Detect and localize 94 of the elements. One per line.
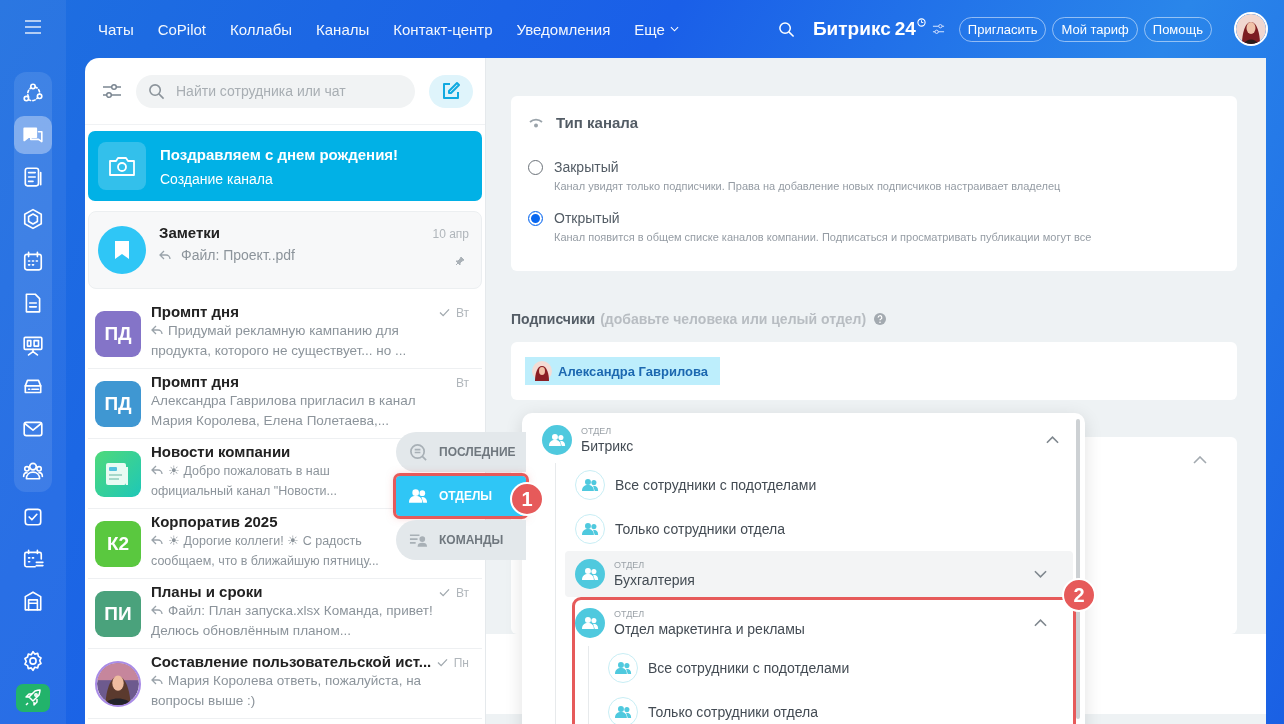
rocket-icon	[23, 688, 43, 708]
bookmark-icon	[98, 226, 146, 274]
chat-title: Составление пользовательской ист...	[151, 653, 432, 670]
menu-link[interactable]: Каналы	[316, 20, 370, 38]
department-icon	[575, 608, 605, 638]
option-label: Открытый	[554, 210, 621, 226]
department-icon	[542, 425, 572, 455]
option-description: Канал появится в общем списке каналов компании. Подписаться и просматривать публикации могут все	[554, 231, 1092, 243]
chat-item[interactable]: Заметки 10 апр Файл: Проект..pdf	[88, 211, 482, 289]
department-caption: ОТДЕЛ	[614, 609, 646, 619]
user-avatar[interactable]	[1234, 12, 1268, 46]
broadcast-icon	[528, 117, 544, 128]
filter-tab[interactable]: КОМАНДЫ	[396, 520, 526, 560]
menu-link[interactable]: CoPilot	[157, 20, 207, 38]
section-label: Подписчики	[511, 311, 596, 327]
chat-preview: ☀ Дорогие коллеги! ☀ С радость сообщаем, что в ближайшую пятницу...	[151, 534, 379, 568]
department-option[interactable]: Все сотрудники с подотделами	[575, 463, 1085, 507]
department-item[interactable]: ОТДЕЛ Бухгалтерия	[565, 551, 1073, 597]
chat-time: Вт	[455, 376, 469, 390]
chat-time: Пн	[453, 655, 469, 670]
camera-icon	[98, 142, 146, 190]
option-label: Закрытый	[554, 159, 620, 175]
newspaper-icon	[95, 451, 141, 497]
chat-preview: ☀ Добро пожаловать в наш официальный канал "Новости...	[151, 464, 338, 498]
compose-button[interactable]	[429, 74, 473, 108]
chat-title: Заметки	[159, 224, 221, 241]
chevron-down-icon[interactable]	[1034, 570, 1047, 578]
subscribers-field[interactable]: Александра Гаврилова	[511, 342, 1237, 400]
filter-icon[interactable]	[102, 83, 122, 99]
department-item[interactable]: ОТДЕЛ Битрикс	[542, 417, 1085, 463]
chat-item[interactable]: ПД Промпт дня Вт Придумай рекламную кампанию для продукта, которого не существует... но ...	[88, 299, 482, 368]
department-caption: ОТДЕЛ	[581, 426, 613, 436]
option-description: Канал увидят только подписчики. Права на добавление новых подписчиков настраивает владелец	[554, 180, 1061, 192]
search-icon[interactable]	[777, 20, 795, 38]
search-input[interactable]: Найти сотрудника или чат	[174, 82, 403, 100]
chevron-up-icon[interactable]	[1193, 456, 1207, 464]
clock-icon	[916, 18, 926, 27]
chat-avatar: ПД	[95, 381, 141, 427]
logo-number: 24	[894, 18, 916, 40]
search-icon	[148, 82, 165, 100]
people-icon	[409, 488, 428, 504]
menu-icon	[23, 17, 43, 37]
chat-time: 10 апр	[432, 227, 469, 241]
team-list-icon	[409, 532, 428, 548]
search-bar[interactable]: Найти сотрудника или чат	[136, 74, 415, 108]
department-option[interactable]: Все сотрудники с подотделами	[608, 646, 1073, 690]
menu-link[interactable]: Коллабы	[230, 20, 292, 38]
chevron-up-icon[interactable]	[1034, 619, 1047, 627]
chat-item[interactable]: К2 Корпоратив 2025 ☀ Дорогие коллеги! ☀ С радость сообщаем, что в ближайшую пятницу...	[88, 509, 394, 578]
chat-title: Корпоратив 2025	[151, 513, 278, 530]
logo: Битрикс	[812, 18, 891, 40]
subscriber-chip[interactable]: Александра Гаврилова	[525, 357, 720, 385]
radio-button[interactable]	[528, 211, 543, 226]
chevron-up-icon[interactable]	[1046, 436, 1059, 444]
card-title: Тип канала	[556, 114, 639, 131]
department-option[interactable]: Только сотрудники отдела	[575, 507, 1085, 551]
chat-item[interactable]: ПИ Планы и сроки Вт Файл: План запуска.xlsx Команда, привет! Делюсь обновлённым планом...	[88, 579, 482, 648]
caret-icon[interactable]	[669, 26, 679, 32]
department-icon	[575, 559, 605, 589]
chat-time: Вт	[455, 585, 469, 600]
search-list-icon	[409, 442, 428, 462]
rocket-button[interactable]	[16, 684, 50, 712]
chat-title: Промпт дня	[151, 303, 239, 320]
chat-time: Вт	[455, 305, 469, 320]
chat-item[interactable]: ПД Промпт дня Вт Александра Гаврилова пригласил в канал Мария Королева, Елена Полетаева,...	[88, 369, 482, 438]
chat-icon[interactable]	[14, 116, 52, 154]
department-name: Битрикс	[581, 438, 635, 454]
chat-title: Промпт дня	[151, 373, 239, 390]
menu-link[interactable]: Контакт-центр	[393, 20, 493, 38]
filter-tab[interactable]: ПОСЛЕДНИЕ	[396, 432, 526, 472]
chat-title: Новости компании	[151, 443, 291, 460]
more-menu[interactable]: Еще	[634, 20, 665, 38]
edit-icon	[441, 81, 461, 101]
department-name: Отдел маркетинга и рекламы	[614, 621, 806, 637]
help-icon[interactable]	[874, 313, 887, 325]
chat-avatar: К2	[95, 521, 141, 567]
chat-title: Поздравляем с днем рождения!	[160, 145, 399, 163]
department-option[interactable]: Только сотрудники отдела	[608, 690, 1073, 724]
chat-preview: Придумай рекламную кампанию для продукта, которого не существует... но ...	[151, 323, 407, 358]
chat-item[interactable]: Новости компании ☀ Добро пожаловать в наш официальный канал "Новости...	[88, 439, 394, 508]
chat-preview: Файл: Проект..pdf	[181, 247, 295, 263]
chat-item[interactable]: Составление пользовательской ист... Пн Мария Королева ответь, пожалуйста, на вопросы выше :)	[88, 649, 482, 718]
chat-preview: Файл: План запуска.xlsx Команда, привет! Делюсь обновлённым планом...	[151, 603, 433, 638]
chat-preview: Александра Гаврилова пригласил в канал Мария Королева, Елена Полетаева,...	[151, 393, 416, 428]
chat-title: Планы и сроки	[151, 583, 263, 600]
department-caption: ОТДЕЛ	[614, 560, 646, 570]
menu-link[interactable]: Уведомления	[516, 20, 611, 38]
chat-avatar: ПД	[95, 311, 141, 357]
sliders-icon[interactable]	[931, 23, 945, 35]
chat-avatar: ПИ	[95, 591, 141, 637]
chat-preview: Создание канала	[160, 170, 274, 187]
chat-preview: Мария Королева ответь, пожалуйста, на вопросы выше :)	[151, 673, 422, 708]
menu-link[interactable]: Чаты	[98, 20, 134, 38]
department-name: Бухгалтерия	[614, 572, 696, 588]
